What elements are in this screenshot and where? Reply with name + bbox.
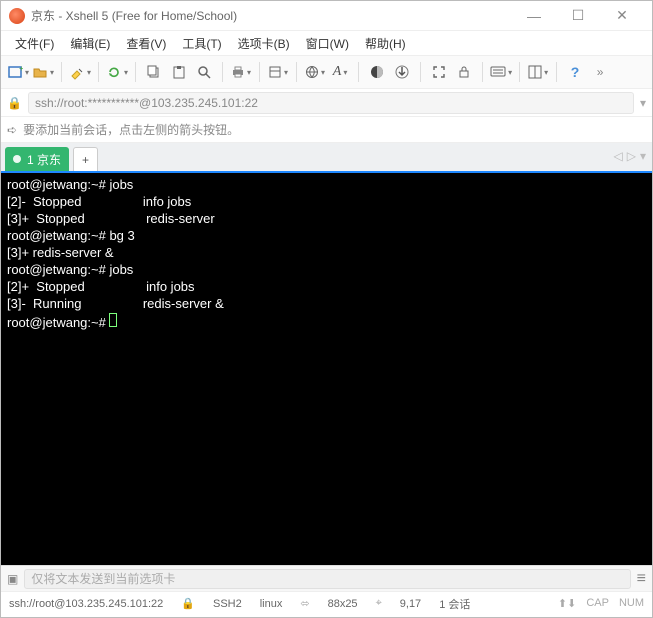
terminal-line: [3]- Running redis-server & <box>7 296 224 311</box>
copy-button[interactable] <box>143 61 165 83</box>
separator <box>259 62 260 82</box>
address-bar: 🔒 ssh://root:***********@103.235.245.101… <box>1 89 652 117</box>
terminal-line: root@jetwang:~# jobs <box>7 177 133 192</box>
separator <box>358 62 359 82</box>
hint-bar: ➪ 要添加当前会话，点击左侧的箭头按钮。 <box>1 117 652 143</box>
send-icon[interactable]: ▣ <box>7 572 18 586</box>
terminal-line: [3]+ redis-server & <box>7 245 114 260</box>
add-label: + <box>82 153 89 167</box>
separator <box>135 62 136 82</box>
highlighter-button[interactable] <box>69 61 91 83</box>
minimize-button[interactable]: — <box>512 8 556 24</box>
menu-view[interactable]: 查看(V) <box>122 33 170 54</box>
svg-text:+: + <box>19 64 23 73</box>
menu-tab[interactable]: 选项卡(B) <box>234 33 294 54</box>
terminal-line: [2]- Stopped info jobs <box>7 194 191 209</box>
status-cursor-icon: ⌖ <box>376 597 382 610</box>
maximize-button[interactable]: ☐ <box>556 7 600 24</box>
terminal-line: root@jetwang:~# bg 3 <box>7 228 135 243</box>
hint-arrow-icon[interactable]: ➪ <box>7 123 17 137</box>
status-os: linux <box>260 598 283 610</box>
separator <box>61 62 62 82</box>
color-scheme-button[interactable] <box>366 61 388 83</box>
new-session-button[interactable]: + <box>7 61 29 83</box>
reconnect-button[interactable] <box>106 61 128 83</box>
status-size-icon: ⬄ <box>300 597 309 610</box>
status-bar: ssh://root@103.235.245.101:22 🔒 SSH2 lin… <box>1 591 652 615</box>
status-caps: CAP <box>586 597 609 610</box>
find-button[interactable] <box>193 61 215 83</box>
window-layout-button[interactable] <box>527 61 549 83</box>
menu-window[interactable]: 窗口(W) <box>302 33 353 54</box>
app-icon <box>9 8 25 24</box>
encoding-button[interactable] <box>304 61 326 83</box>
address-dropdown-icon[interactable]: ▾ <box>640 96 646 110</box>
send-bar: ▣ 仅将文本发送到当前选项卡 ≡ <box>1 565 652 591</box>
separator <box>222 62 223 82</box>
status-connection: ssh://root@103.235.245.101:22 <box>9 598 163 610</box>
titlebar: 京东 - Xshell 5 (Free for Home/School) — ☐… <box>1 1 652 31</box>
paste-button[interactable] <box>168 61 190 83</box>
keyboard-button[interactable] <box>490 61 512 83</box>
font-button[interactable]: A <box>329 61 351 83</box>
send-placeholder: 仅将文本发送到当前选项卡 <box>31 572 175 586</box>
terminal-line: [2]+ Stopped info jobs <box>7 279 195 294</box>
separator <box>556 62 557 82</box>
close-button[interactable]: ✕ <box>600 7 644 24</box>
status-lock-icon: 🔒 <box>181 597 195 610</box>
tab-prev-button[interactable]: ◁ <box>614 149 623 163</box>
terminal-line: [3]+ Stopped redis-server <box>7 211 215 226</box>
terminal-line: root@jetwang:~# <box>7 315 109 330</box>
separator <box>420 62 421 82</box>
status-num: NUM <box>619 597 644 610</box>
help-button[interactable]: ? <box>564 61 586 83</box>
open-button[interactable] <box>32 61 54 83</box>
fullscreen-button[interactable] <box>428 61 450 83</box>
new-tab-button[interactable]: + <box>73 147 98 171</box>
status-cursor: 9,17 <box>400 598 421 610</box>
tab-status-dot <box>13 155 21 163</box>
tab-next-button[interactable]: ▷ <box>627 149 636 163</box>
lock-icon: 🔒 <box>7 96 22 110</box>
tab-menu-button[interactable]: ▾ <box>640 149 646 163</box>
status-size: 88x25 <box>328 598 358 610</box>
print-button[interactable] <box>230 61 252 83</box>
separator <box>482 62 483 82</box>
menubar: 文件(F) 编辑(E) 查看(V) 工具(T) 选项卡(B) 窗口(W) 帮助(… <box>1 31 652 55</box>
status-network-icon: ⬆⬇ <box>558 597 576 610</box>
toolbar-overflow-button[interactable]: » <box>589 61 611 83</box>
send-input[interactable]: 仅将文本发送到当前选项卡 <box>24 569 630 589</box>
separator <box>296 62 297 82</box>
separator <box>98 62 99 82</box>
script-button[interactable] <box>391 61 413 83</box>
status-sessions: 1 会话 <box>439 596 470 612</box>
separator <box>519 62 520 82</box>
address-text: ssh://root:***********@103.235.245.101:2… <box>35 96 258 110</box>
status-protocol: SSH2 <box>213 598 242 610</box>
window-title: 京东 - Xshell 5 (Free for Home/School) <box>31 7 237 24</box>
send-menu-button[interactable]: ≡ <box>637 570 646 588</box>
terminal-line: root@jetwang:~# jobs <box>7 262 133 277</box>
terminal-cursor <box>109 313 117 327</box>
terminal[interactable]: root@jetwang:~# jobs [2]- Stopped info j… <box>1 171 652 565</box>
menu-help[interactable]: 帮助(H) <box>361 33 410 54</box>
tab-strip: 1 京东 + ◁ ▷ ▾ <box>1 143 652 171</box>
tab-label: 1 京东 <box>27 151 61 168</box>
address-input[interactable]: ssh://root:***********@103.235.245.101:2… <box>28 92 634 114</box>
lock-button[interactable] <box>453 61 475 83</box>
toolbar: + A ? » <box>1 55 652 89</box>
menu-edit[interactable]: 编辑(E) <box>66 33 114 54</box>
properties-button[interactable] <box>267 61 289 83</box>
menu-file[interactable]: 文件(F) <box>11 33 58 54</box>
hint-text: 要添加当前会话，点击左侧的箭头按钮。 <box>23 121 239 138</box>
menu-tool[interactable]: 工具(T) <box>178 33 225 54</box>
tab-session-1[interactable]: 1 京东 <box>5 147 69 171</box>
